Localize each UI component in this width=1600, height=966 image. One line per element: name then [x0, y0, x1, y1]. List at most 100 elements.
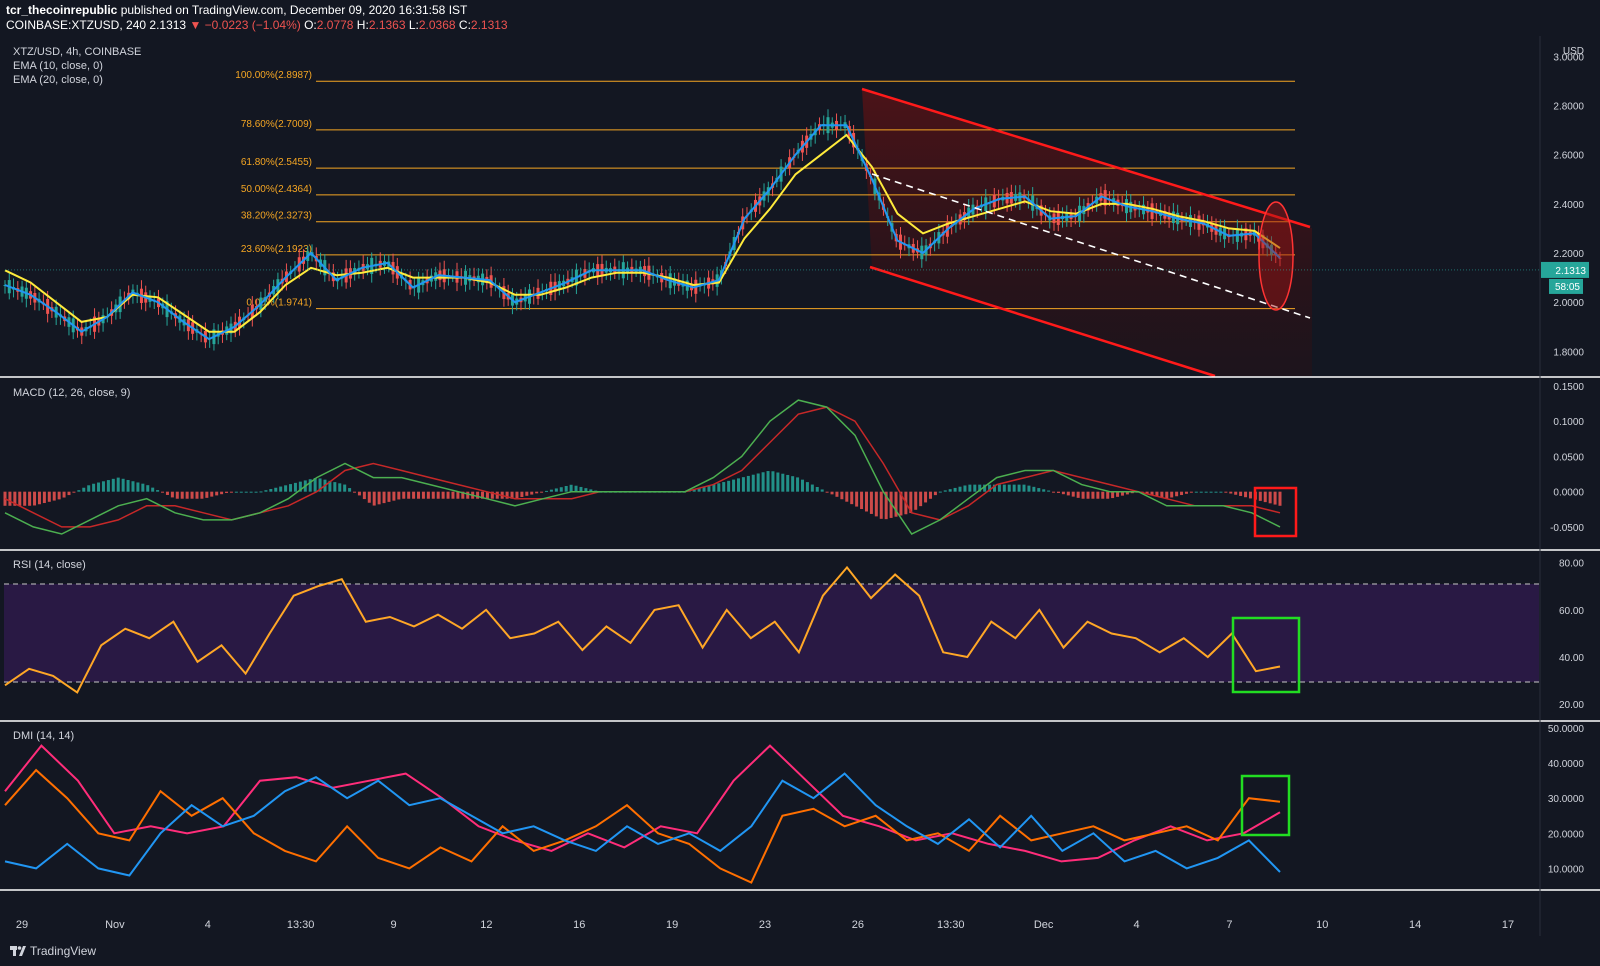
- macd-histogram-bar: [850, 491, 854, 505]
- macd-histogram-bar: [269, 488, 273, 492]
- rsi-legend: RSI (14, close): [13, 559, 86, 571]
- macd-histogram-bar: [1022, 484, 1026, 492]
- macd-histogram-bar: [146, 485, 150, 492]
- macd-histogram-bar: [1204, 491, 1208, 493]
- tradingview-logo[interactable]: TradingView: [10, 944, 96, 958]
- macd-histogram-bar: [776, 472, 780, 492]
- macd-histogram-bar: [1007, 484, 1011, 492]
- pair-legend: XTZ/USD, 4h, COINBASE: [13, 46, 141, 58]
- last-price: 2.1313: [149, 18, 187, 32]
- open-value: 2.0778: [316, 18, 354, 32]
- macd-line: [4, 399, 1281, 535]
- macd-tick-label: 0.0500: [1553, 452, 1584, 463]
- macd-histogram-bar: [1229, 491, 1233, 494]
- macd-histogram-bar: [1170, 491, 1174, 498]
- macd-histogram-bar: [1111, 491, 1115, 499]
- tradingview-logo-icon: [10, 946, 26, 956]
- fib-level-label: 78.60%(2.7009): [241, 119, 312, 130]
- macd-histogram-bar: [57, 491, 61, 500]
- macd-histogram-bar: [116, 477, 120, 492]
- time-tick-label: 13:30: [287, 919, 315, 931]
- macd-histogram-bar: [402, 491, 406, 499]
- macd-histogram-bar: [72, 491, 76, 493]
- macd-histogram-bar: [1066, 491, 1070, 496]
- macd-histogram-bar: [855, 491, 859, 507]
- macd-tick-label: 0.1000: [1553, 417, 1584, 428]
- price-tick-label: 1.8000: [1553, 347, 1584, 358]
- macd-histogram-bar: [1165, 491, 1169, 499]
- macd-histogram-bar: [840, 491, 844, 500]
- publish-info: published on TradingView.com, December 0…: [117, 3, 468, 17]
- macd-histogram-bar: [545, 490, 549, 492]
- time-axis[interactable]: 29 Nov 4 13:30 9 12 16 19 23 26 13:30 Dec 4 7 10 14 17: [16, 919, 1514, 931]
- value-axes[interactable]: USD3.00002.80002.60002.40002.20002.00001…: [5, 46, 1589, 875]
- macd-pane[interactable]: MACD (12, 26, close, 9): [3, 387, 1298, 538]
- macd-histogram-bar: [141, 483, 145, 492]
- macd-histogram-bar: [791, 476, 795, 492]
- macd-histogram-bar: [343, 484, 347, 492]
- macd-histogram-bar: [1037, 488, 1041, 492]
- time-tick-label: 26: [852, 919, 864, 931]
- macd-histogram-bar: [62, 491, 66, 498]
- macd-histogram-bar: [200, 491, 204, 499]
- price-tick-label: 2.4000: [1553, 200, 1584, 211]
- macd-histogram-bar: [254, 491, 258, 493]
- macd-histogram-bar: [1047, 490, 1051, 492]
- macd-histogram-bar: [874, 491, 878, 517]
- macd-histogram-bar: [23, 491, 27, 506]
- macd-legend: MACD (12, 26, close, 9): [13, 387, 130, 399]
- macd-histogram-bar: [476, 491, 480, 499]
- macd-histogram-bar: [953, 487, 957, 492]
- macd-histogram-bar: [1096, 491, 1100, 499]
- macd-histogram-bar: [293, 482, 297, 492]
- macd-histogram-bar: [426, 491, 430, 499]
- time-tick-label: 13:30: [937, 919, 965, 931]
- macd-histogram-bar: [1194, 491, 1198, 493]
- macd-histogram-bar: [958, 486, 962, 492]
- price-pane[interactable]: 100.00%(2.8987) 78.60%(2.7009) 61.80%(2.54…: [3, 46, 1313, 378]
- macd-histogram-bar: [289, 484, 293, 492]
- macd-histogram-bar: [210, 491, 214, 497]
- macd-histogram-bar: [190, 491, 194, 499]
- macd-histogram-bar: [362, 491, 366, 500]
- dmi-plus-line: [4, 772, 1281, 877]
- rsi-pane[interactable]: RSI (14, close): [4, 559, 1539, 694]
- macd-histogram-bar: [559, 487, 563, 492]
- symbol-label: COINBASE:XTZUSD, 240: [6, 18, 147, 32]
- author-name[interactable]: tcr_thecoinrepublic: [6, 3, 117, 17]
- macd-histogram-bar: [446, 491, 450, 499]
- macd-histogram-bar: [397, 491, 401, 500]
- macd-histogram-bar: [1042, 489, 1046, 492]
- dmi-pane[interactable]: DMI (14, 14): [4, 730, 1291, 884]
- time-tick-label: 16: [573, 919, 585, 931]
- brand-name: TradingView: [30, 944, 97, 958]
- macd-histogram-bar: [835, 491, 839, 497]
- rsi-band: [4, 584, 1539, 682]
- macd-histogram-bar: [387, 491, 391, 502]
- time-tick-label: 12: [480, 919, 492, 931]
- macd-histogram-bar: [52, 491, 56, 501]
- macd-histogram-bar: [717, 483, 721, 492]
- macd-histogram-bar: [244, 491, 248, 493]
- macd-histogram-bar: [407, 491, 411, 499]
- macd-histogram-bar: [121, 478, 125, 492]
- dmi-tick-label: 40.0000: [1548, 759, 1585, 770]
- dmi-legend: DMI (14, 14): [13, 730, 74, 742]
- macd-histogram-bar: [786, 474, 790, 492]
- macd-histogram-bar: [1052, 491, 1056, 493]
- macd-histogram-bar: [933, 491, 937, 496]
- time-tick-label: 23: [759, 919, 771, 931]
- macd-histogram-bar: [1239, 491, 1243, 496]
- macd-histogram-bar: [1175, 491, 1179, 497]
- macd-histogram-bar: [161, 491, 165, 493]
- rsi-tick-label: 20.00: [1559, 700, 1584, 711]
- macd-histogram-bar: [796, 477, 800, 492]
- chart-canvas[interactable]: 100.00%(2.8987) 78.60%(2.7009) 61.80%(2.54…: [0, 36, 1600, 936]
- macd-histogram-bar: [205, 491, 209, 498]
- macd-histogram-bar: [456, 491, 460, 499]
- macd-histogram-bar: [1189, 491, 1193, 493]
- fib-level-label: 50.00%(2.4364): [241, 184, 312, 195]
- macd-histogram-bar: [284, 485, 288, 492]
- macd-histogram-bar: [1081, 491, 1085, 499]
- macd-histogram-bar: [274, 487, 278, 492]
